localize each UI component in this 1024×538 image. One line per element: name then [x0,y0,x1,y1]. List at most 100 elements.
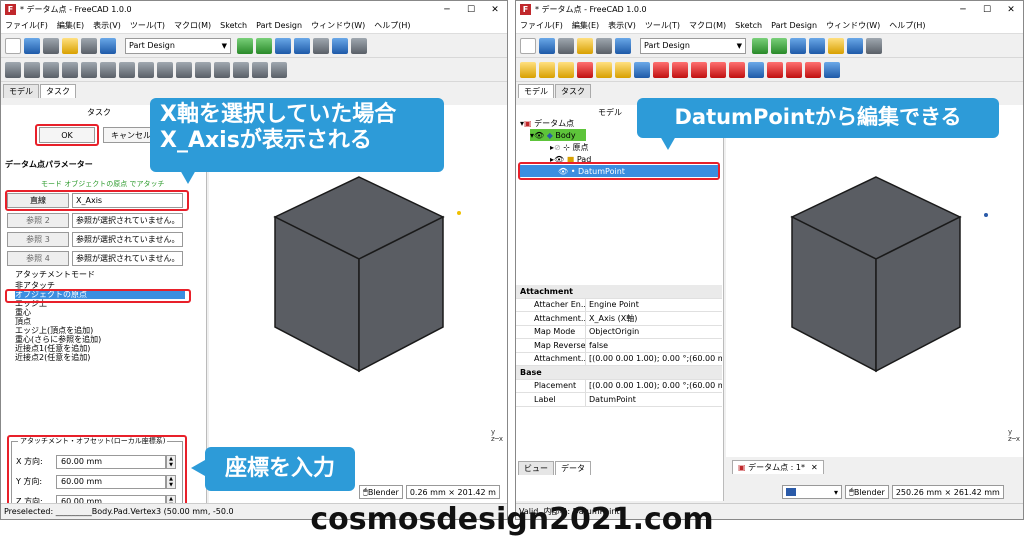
prop-value[interactable]: Engine Point [586,300,722,309]
pocket-icon[interactable] [24,61,40,78]
zoom-fit-icon[interactable] [752,37,768,54]
menu-view[interactable]: 表示(V) [608,20,636,31]
revolve-icon[interactable] [43,61,59,78]
groove-icon[interactable] [195,61,211,78]
additive-box-icon[interactable] [615,61,631,78]
save-icon[interactable] [43,37,59,54]
mode-item[interactable]: 頂点 [15,317,185,326]
view-cube-icon[interactable] [275,37,291,54]
menu-tools[interactable]: ツール(T) [645,20,680,31]
measure-icon[interactable] [313,37,329,54]
refresh-icon[interactable] [615,37,631,54]
thickness-icon[interactable] [805,61,821,78]
close-button[interactable]: ✕ [999,5,1023,15]
minimize-button[interactable]: ─ [951,5,975,15]
menu-edit[interactable]: 編集(E) [57,20,84,31]
draft-icon[interactable] [100,61,116,78]
menu-help[interactable]: ヘルプ(H) [889,20,925,31]
new-file-icon[interactable] [5,37,21,54]
menu-help[interactable]: ヘルプ(H) [374,20,410,31]
ref4-field[interactable]: 参照が選択されていません。 [72,251,183,266]
hole-icon[interactable] [176,61,192,78]
menu-edit[interactable]: 編集(E) [572,20,599,31]
mode-item[interactable]: エッジ上(頂点を追加) [15,326,185,335]
menu-macro[interactable]: マクロ(M) [689,20,726,31]
refresh-icon[interactable] [100,37,116,54]
menu-view[interactable]: 表示(V) [93,20,121,31]
eye-hidden-icon[interactable]: ⊘ [554,143,561,152]
fillet-icon[interactable] [62,61,78,78]
menu-window[interactable]: ウィンドウ(W) [826,20,880,31]
workbench-selector[interactable]: Part Design ▼ [640,37,746,54]
3d-viewport[interactable]: y z─x [726,105,1023,457]
tab-task[interactable]: タスク [40,84,76,98]
tree-item-body[interactable]: ▾ 👁 ◆ Body [530,129,586,141]
ref2-button[interactable]: 参照 2 [7,213,69,228]
macro-icon[interactable] [866,37,882,54]
minimize-button[interactable]: ─ [435,5,459,15]
pocket-icon[interactable] [577,61,593,78]
fillet-icon[interactable] [748,61,764,78]
menu-partdesign[interactable]: Part Design [256,21,302,30]
draft-icon[interactable] [786,61,802,78]
ref3-button[interactable]: 参照 3 [7,232,69,247]
zoom-fit-icon[interactable] [237,37,253,54]
cube-model[interactable] [788,175,964,375]
boolean-icon[interactable] [271,61,287,78]
subtractive-pipe-icon[interactable] [691,61,707,78]
prop-value[interactable]: false [586,341,722,350]
maximize-button[interactable]: ☐ [459,5,483,15]
zoom-selection-icon[interactable] [256,37,272,54]
std-views-icon[interactable] [809,37,825,54]
groove-icon[interactable] [653,61,669,78]
menu-window[interactable]: ウィンドウ(W) [311,20,365,31]
mode-item[interactable]: 近接点2(任意を追加) [15,353,185,362]
ref2-field[interactable]: 参照が選択されていません。 [72,213,183,228]
thickness-icon[interactable] [119,61,135,78]
pad-icon[interactable] [520,61,536,78]
tab-model[interactable]: モデル [518,84,554,98]
menu-partdesign[interactable]: Part Design [771,21,817,30]
mode-item[interactable]: 近接点1(任意を追加) [15,344,185,353]
mode-item[interactable]: 重心(さらに参照を追加) [15,335,185,344]
hole-icon[interactable] [634,61,650,78]
boolean-icon[interactable] [824,61,840,78]
nav-style-selector[interactable]: 🖱 Blender [359,485,403,499]
prop-row[interactable]: Attachment... X_Axis (X軸) [516,312,722,326]
workbench-selector[interactable]: Part Design ▼ [125,37,231,54]
whats-this-icon[interactable] [332,37,348,54]
save-icon[interactable] [558,37,574,54]
menu-sketch[interactable]: Sketch [735,21,762,30]
zoom-selection-icon[interactable] [771,37,787,54]
open-file-icon[interactable] [539,37,555,54]
prop-value[interactable]: [(0.00 0.00 1.00); 0.00 °;(60.00 mm 6... [586,381,722,390]
close-tab-icon[interactable]: ✕ [811,463,818,472]
prop-row[interactable]: Attachment... [(0.00 0.00 1.00); 0.00 °;(… [516,352,722,366]
undo-icon[interactable] [577,37,593,54]
pipe-icon[interactable] [233,61,249,78]
chamfer-icon[interactable] [767,61,783,78]
menu-macro[interactable]: マクロ(M) [174,20,211,31]
tree-item-document[interactable]: ▾ ▣ データム点 [520,117,574,129]
redo-icon[interactable] [596,37,612,54]
document-tab[interactable]: ▣ データム点 : 1* ✕ [732,460,824,474]
prop-row[interactable]: Placement [(0.00 0.00 1.00); 0.00 °;(60.0… [516,379,722,393]
eye-icon[interactable]: 👁 [534,131,544,140]
subtractive-helix-icon[interactable] [710,61,726,78]
macro-icon[interactable] [351,37,367,54]
prop-value[interactable]: DatumPoint [586,395,722,404]
tab-data[interactable]: データ [555,461,591,475]
datum-point-marker[interactable] [457,211,461,215]
menu-sketch[interactable]: Sketch [220,21,247,30]
loft-icon[interactable] [214,61,230,78]
subtractive-loft-icon[interactable] [672,61,688,78]
close-button[interactable]: ✕ [483,5,507,15]
std-views-icon[interactable] [294,37,310,54]
prop-row[interactable]: Label DatumPoint [516,393,722,407]
ref3-field[interactable]: 参照が選択されていません。 [72,232,183,247]
datum-point-marker[interactable] [984,213,988,217]
mirror-icon[interactable] [138,61,154,78]
loft-icon[interactable] [558,61,574,78]
prop-value[interactable]: [(0.00 0.00 1.00); 0.00 °;(60.00 mm 6... [586,354,722,363]
tab-view[interactable]: ビュー [518,461,554,475]
